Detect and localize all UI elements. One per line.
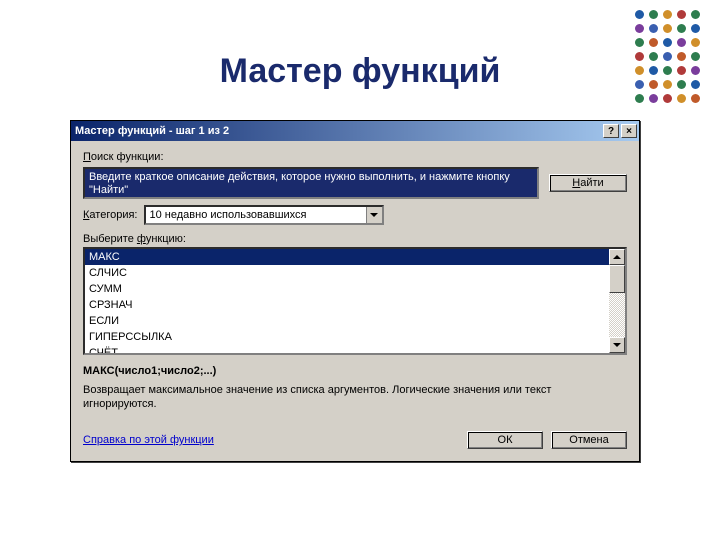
- list-item[interactable]: СРЗНАЧ: [85, 297, 609, 313]
- list-item[interactable]: ЕСЛИ: [85, 313, 609, 329]
- select-function-label: Выберите функцию:: [83, 233, 627, 245]
- scroll-track[interactable]: [609, 265, 625, 337]
- function-description: Возвращает максимальное значение из спис…: [83, 383, 627, 411]
- list-item[interactable]: ГИПЕРССЫЛКА: [85, 329, 609, 345]
- chevron-up-icon: [613, 255, 621, 259]
- slide-title: Мастер функций: [0, 52, 720, 91]
- titlebar: Мастер функций - шаг 1 из 2 ? ×: [71, 121, 639, 141]
- cancel-button[interactable]: Отмена: [551, 431, 627, 449]
- list-item[interactable]: СУММ: [85, 281, 609, 297]
- scroll-thumb[interactable]: [609, 265, 625, 293]
- scroll-up-button[interactable]: [609, 249, 625, 265]
- close-button[interactable]: ×: [621, 124, 637, 138]
- ok-button[interactable]: ОК: [467, 431, 543, 449]
- function-syntax: МАКС(число1;число2;...): [83, 365, 627, 377]
- search-label: Поиск функции:: [83, 151, 627, 163]
- function-listbox[interactable]: МАКССЛЧИССУММСРЗНАЧЕСЛИГИПЕРССЫЛКАСЧЁТ: [83, 247, 627, 355]
- category-value: 10 недавно использовавшихся: [146, 207, 366, 223]
- chevron-down-icon: [613, 343, 621, 347]
- help-button[interactable]: ?: [603, 124, 619, 138]
- scrollbar[interactable]: [609, 249, 625, 353]
- category-label: Категория:: [83, 209, 138, 221]
- list-item[interactable]: МАКС: [85, 249, 609, 265]
- dialog-title: Мастер функций - шаг 1 из 2: [75, 125, 601, 137]
- category-combobox[interactable]: 10 недавно использовавшихся: [144, 205, 384, 225]
- help-link[interactable]: Справка по этой функции: [83, 434, 459, 446]
- chevron-down-icon: [370, 213, 378, 217]
- combobox-dropdown-button[interactable]: [366, 207, 382, 223]
- scroll-down-button[interactable]: [609, 337, 625, 353]
- function-wizard-dialog: Мастер функций - шаг 1 из 2 ? × Поиск фу…: [70, 120, 640, 462]
- list-item[interactable]: СЧЁТ: [85, 345, 609, 353]
- find-button[interactable]: Найти: [549, 174, 627, 192]
- search-input[interactable]: Введите краткое описание действия, котор…: [83, 167, 539, 199]
- list-item[interactable]: СЛЧИС: [85, 265, 609, 281]
